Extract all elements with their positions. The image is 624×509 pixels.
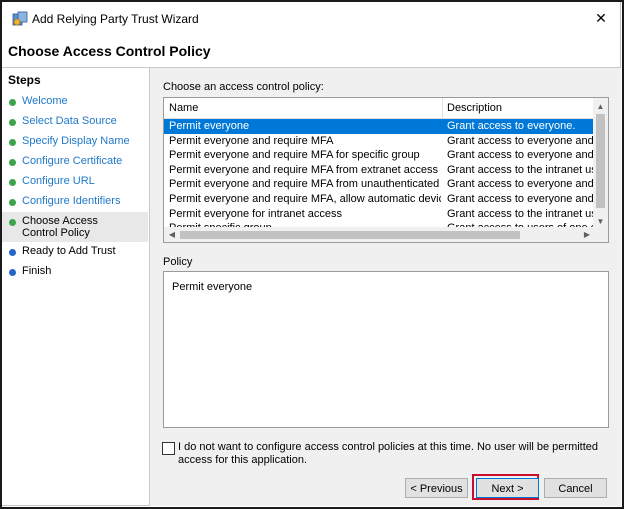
policy-row[interactable]: Permit everyone for intranet access Grant… — [164, 207, 595, 222]
policy-row-description: Grant access to everyone and requir — [447, 134, 595, 147]
step-item: Ready to Add Trust — [2, 242, 148, 262]
steps-title: Steps — [8, 73, 41, 87]
step-label: Finish — [22, 265, 52, 277]
step-status-dot-icon — [9, 219, 16, 226]
policy-row[interactable]: Permit everyone and require MFA, allow a… — [164, 192, 595, 207]
step-status-dot-icon — [9, 99, 16, 106]
policy-row[interactable]: Permit everyone and require MFA for spec… — [164, 148, 595, 163]
step-label: Select Data Source — [22, 115, 117, 127]
policy-row-name: Permit everyone and require MFA from una… — [169, 178, 441, 191]
step-item: Finish — [2, 262, 148, 282]
policy-row[interactable]: Permit everyone and require MFA from una… — [164, 177, 595, 192]
access-control-policy-list[interactable]: Name Description Permit everyone Grant ac… — [163, 97, 609, 243]
content-panel: Choose an access control policy: Name De… — [149, 68, 621, 506]
step-status-dot-icon — [9, 159, 16, 166]
cancel-button[interactable]: Cancel — [544, 478, 607, 498]
optout-checkbox[interactable] — [162, 442, 175, 455]
policy-row[interactable]: Permit everyone Grant access to everyone. — [164, 119, 595, 134]
step-label: Ready to Add Trust — [22, 245, 116, 257]
page-title: Choose Access Control Policy — [8, 43, 211, 59]
page-header: Choose Access Control Policy — [2, 35, 620, 68]
step-status-dot-icon — [9, 269, 16, 276]
policy-row-description: Grant access to the intranet users an — [447, 163, 595, 176]
policy-row-description: Grant access to everyone. — [447, 120, 576, 132]
wizard-window: Add Relying Party Trust Wizard ✕ Choose … — [1, 1, 621, 506]
policy-row-name: Permit everyone and require MFA — [169, 134, 334, 147]
step-label: Welcome — [22, 95, 68, 107]
title-bar: Add Relying Party Trust Wizard ✕ — [2, 2, 620, 35]
vertical-scroll-thumb[interactable] — [596, 114, 605, 208]
horizontal-scroll-thumb[interactable] — [180, 231, 520, 239]
policy-row-name: Permit everyone and require MFA, allow a… — [169, 193, 441, 205]
step-status-dot-icon — [9, 119, 16, 126]
step-item: Choose Access Control Policy — [2, 212, 148, 242]
next-button[interactable]: Next > — [476, 478, 539, 498]
step-label: Configure Certificate — [22, 155, 123, 167]
optout-label[interactable]: I do not want to configure access contro… — [178, 441, 608, 467]
window-title: Add Relying Party Trust Wizard — [32, 12, 199, 26]
vertical-scrollbar[interactable]: ▲ ▼ — [593, 98, 608, 229]
step-item: Configure Identifiers — [2, 192, 148, 212]
step-item: Select Data Source — [2, 112, 148, 132]
horizontal-scrollbar[interactable]: ◀ ▶ — [164, 227, 595, 242]
step-label: Configure Identifiers — [22, 195, 121, 207]
list-header: Name Description — [164, 98, 595, 119]
close-icon[interactable]: ✕ — [588, 7, 614, 29]
step-item: Welcome — [2, 92, 148, 112]
column-separator[interactable] — [442, 98, 443, 118]
policy-row-name: Permit everyone — [169, 120, 250, 132]
step-label: Specify Display Name — [22, 135, 130, 147]
relying-party-trust-icon — [12, 11, 28, 26]
policy-row-name: Permit everyone and require MFA from ext… — [169, 163, 439, 176]
policy-row-description: Grant access to everyone and requir — [447, 193, 595, 205]
column-header-name[interactable]: Name — [169, 102, 198, 114]
policy-row-description: Grant access to everyone and requir — [447, 149, 595, 162]
policy-row-name: Permit everyone and require MFA for spec… — [169, 149, 420, 162]
scroll-right-icon[interactable]: ▶ — [580, 227, 594, 242]
step-label: Choose Access Control Policy — [22, 215, 98, 239]
scroll-up-icon[interactable]: ▲ — [593, 100, 608, 114]
column-header-description[interactable]: Description — [447, 102, 502, 114]
step-status-dot-icon — [9, 199, 16, 206]
policy-text: Permit everyone — [172, 281, 253, 293]
step-status-dot-icon — [9, 139, 16, 146]
optout-option[interactable]: I do not want to configure access contro… — [160, 440, 615, 470]
list-rows: Permit everyone Grant access to everyone.… — [164, 119, 595, 229]
scroll-left-icon[interactable]: ◀ — [165, 227, 179, 242]
policy-row-name: Permit everyone for intranet access — [169, 207, 343, 220]
policy-row-description: Grant access to the intranet users. — [447, 207, 595, 220]
scrollbar-corner — [593, 227, 608, 242]
policy-row-description: Grant access to everyone and requir — [447, 178, 595, 191]
policy-details-box: Permit everyone — [163, 271, 609, 428]
step-item: Specify Display Name — [2, 132, 148, 152]
step-item: Configure URL — [2, 172, 148, 192]
policy-list-prompt: Choose an access control policy: — [163, 81, 324, 93]
step-item: Configure Certificate — [2, 152, 148, 172]
step-status-dot-icon — [9, 249, 16, 256]
policy-row[interactable]: Permit everyone and require MFA from ext… — [164, 163, 595, 178]
step-status-dot-icon — [9, 179, 16, 186]
steps-panel: Steps Welcome Select Data Source Specify D… — [2, 68, 148, 506]
policy-row[interactable]: Permit everyone and require MFA Grant acc… — [164, 134, 595, 149]
previous-button[interactable]: < Previous — [405, 478, 468, 498]
step-label: Configure URL — [22, 175, 95, 187]
policy-label: Policy — [163, 256, 193, 268]
